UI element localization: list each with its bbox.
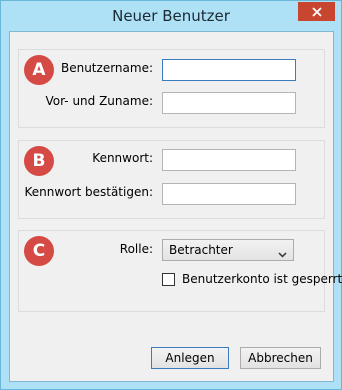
close-button[interactable] (298, 2, 335, 21)
locked-checkbox-label[interactable]: Benutzerkonto ist gesperrt (182, 272, 342, 286)
window-title: Neuer Benutzer (112, 7, 230, 25)
create-button[interactable]: Anlegen (151, 347, 229, 369)
fullname-label: Vor- und Zuname: (45, 94, 153, 108)
role-select-value: Betrachter (169, 243, 233, 257)
username-label: Benutzername: (60, 61, 153, 75)
badge-c: C (24, 236, 54, 266)
badge-a: A (24, 55, 54, 85)
close-icon (311, 6, 322, 17)
title-bar[interactable]: Neuer Benutzer (1, 1, 341, 31)
username-input[interactable] (162, 59, 296, 81)
dialog-content: A Benutzername: Vor- und Zuname: B Kennw… (9, 31, 342, 382)
password-label: Kennwort: (92, 151, 153, 165)
account-group: A Benutzername: Vor- und Zuname: (18, 49, 325, 128)
role-group: C Rolle: Betrachter Benutzerkonto ist ge… (18, 230, 342, 312)
password-input[interactable] (162, 149, 296, 171)
badge-b: B (24, 146, 54, 176)
dialog-window: Neuer Benutzer A Benutzername: Vor- und … (0, 0, 342, 390)
fullname-input[interactable] (162, 92, 296, 114)
role-select[interactable]: Betrachter (162, 239, 294, 261)
confirm-password-label: Kennwort bestätigen: (24, 185, 153, 199)
locked-checkbox[interactable] (162, 273, 175, 286)
confirm-password-input[interactable] (162, 183, 296, 205)
cancel-button[interactable]: Abbrechen (240, 347, 321, 369)
role-label: Rolle: (119, 242, 153, 256)
chevron-down-icon (278, 247, 287, 261)
password-group: B Kennwort: Kennwort bestätigen: (18, 140, 325, 219)
